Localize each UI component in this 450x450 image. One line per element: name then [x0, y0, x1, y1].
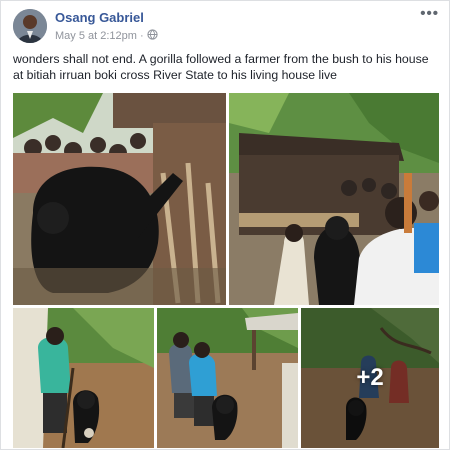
photo-3[interactable] — [13, 308, 154, 448]
more-options-button[interactable]: ••• — [420, 5, 439, 22]
facebook-post: Osang Gabriel May 5 at 2:12pm · ••• wond… — [0, 0, 450, 450]
photo-1[interactable] — [13, 93, 226, 305]
more-photos-overlay[interactable]: +2 — [301, 308, 439, 448]
more-photos-count: +2 — [356, 364, 384, 391]
photo-5[interactable]: +2 — [301, 308, 439, 448]
photo-4[interactable] — [157, 308, 298, 448]
avatar-photo — [13, 9, 47, 43]
author-name[interactable]: Osang Gabriel — [55, 10, 144, 25]
post-meta: May 5 at 2:12pm · — [55, 29, 158, 43]
photo-2[interactable] — [229, 93, 439, 305]
post-text: wonders shall not end. A gorilla followe… — [13, 52, 429, 82]
globe-icon[interactable] — [146, 29, 158, 43]
post-timestamp[interactable]: May 5 at 2:12pm — [55, 30, 137, 42]
author-avatar[interactable] — [13, 9, 47, 43]
